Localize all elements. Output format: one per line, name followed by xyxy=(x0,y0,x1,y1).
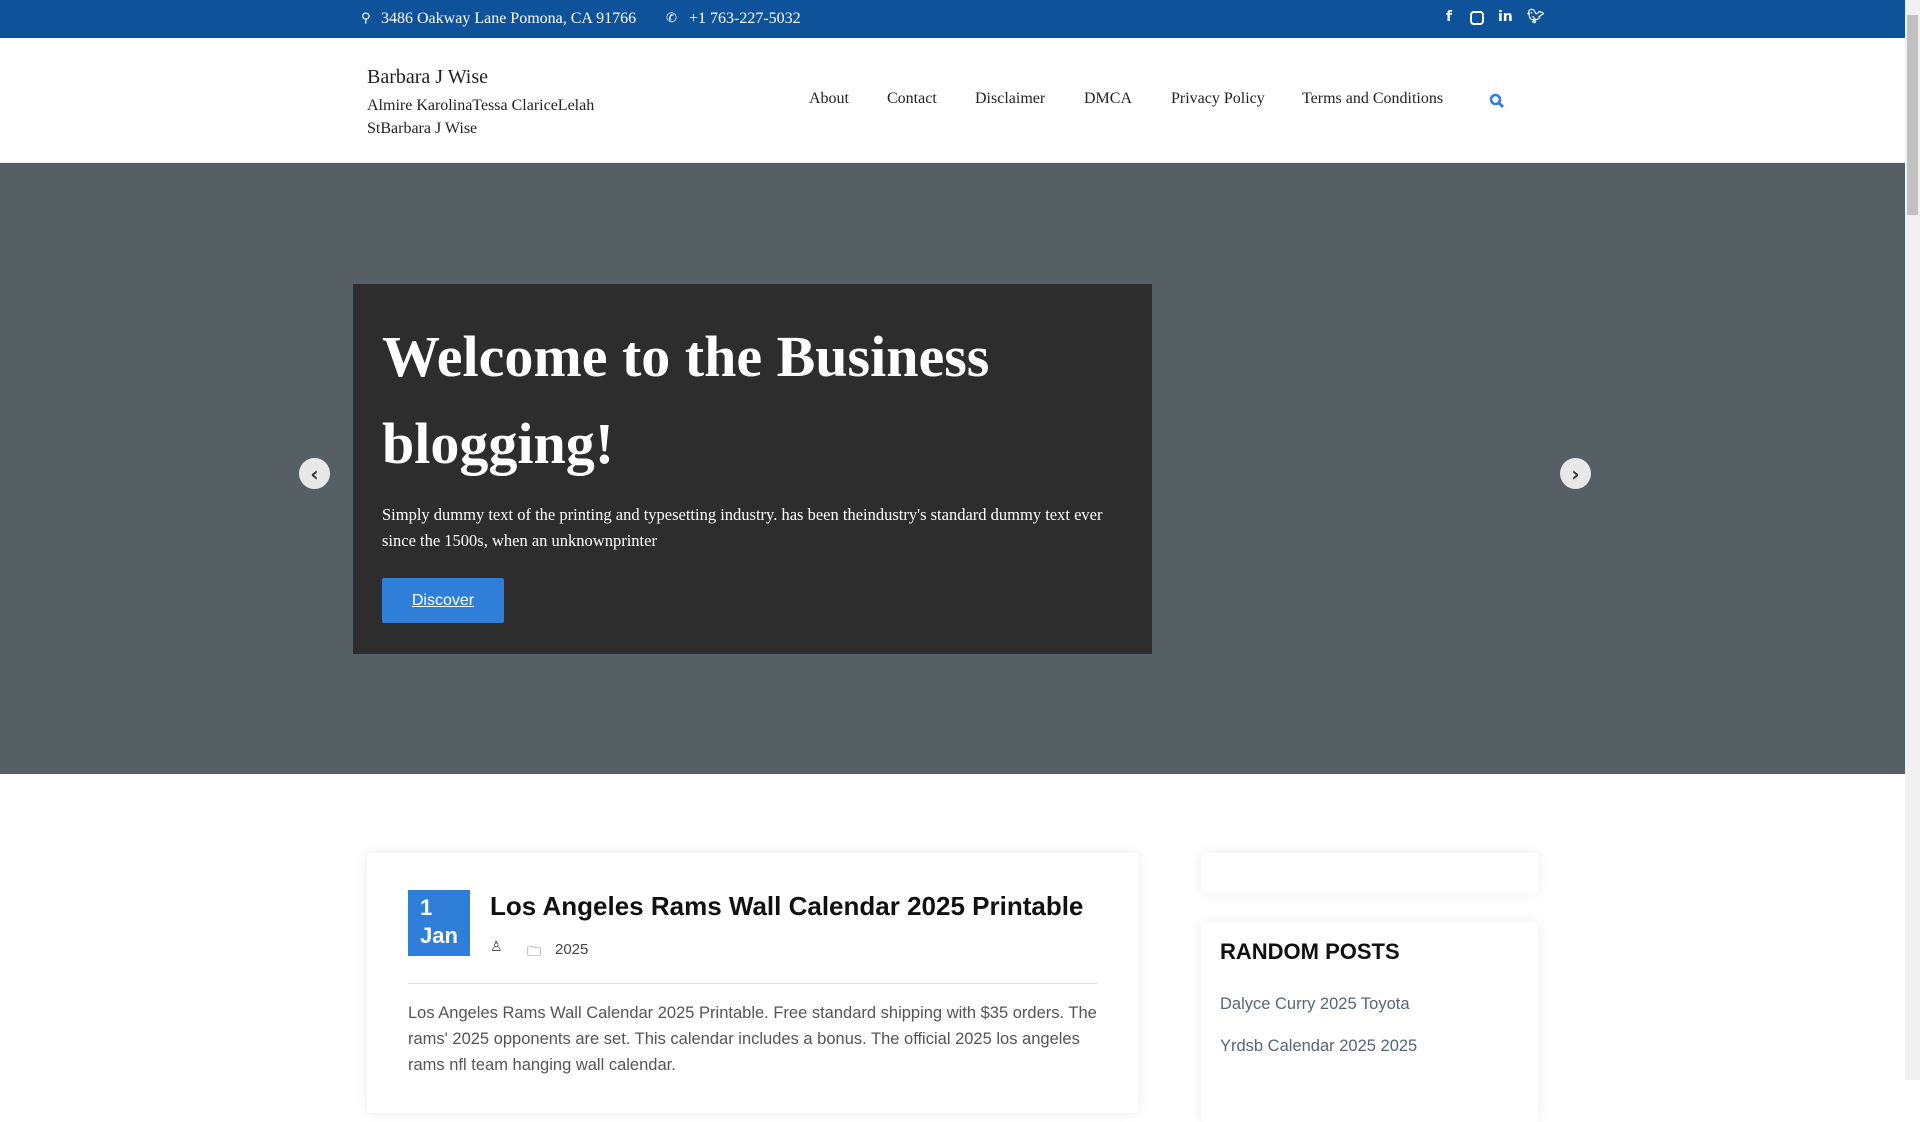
random-post-link[interactable]: Yrdsb Calendar 2025 2025 xyxy=(1220,1037,1417,1056)
post-date-badge: 1 Jan xyxy=(408,890,470,956)
instagram-icon[interactable] xyxy=(1470,11,1484,25)
post-month: Jan xyxy=(420,923,458,948)
nav-disclaimer[interactable]: Disclaimer xyxy=(975,90,1045,108)
address: 3486 Oakway Lane Pomona, CA 91766 xyxy=(381,10,637,27)
folder-icon: 🗀 xyxy=(527,944,541,960)
linkedin-icon[interactable]: in xyxy=(1498,9,1513,25)
post-day: 1 xyxy=(420,895,433,920)
prev-slide-icon[interactable]: ‹ xyxy=(299,458,330,489)
site-title[interactable]: Barbara J Wise xyxy=(367,66,488,89)
site-header: Barbara J Wise Almire KarolinaTessa Clar… xyxy=(0,38,1905,163)
random-posts-widget: RANDOM POSTS Dalyce Curry 2025 Toyota Yr… xyxy=(1201,922,1538,1122)
nav-contact[interactable]: Contact xyxy=(887,90,937,108)
hero-text: Simply dummy text of the printing and ty… xyxy=(382,505,1103,550)
site-tagline: Almire KarolinaTessa ClariceLelah StBarb… xyxy=(367,97,595,137)
divider xyxy=(408,983,1097,984)
nav-dmca[interactable]: DMCA xyxy=(1084,90,1132,108)
nav-terms[interactable]: Terms and Conditions xyxy=(1302,90,1443,108)
post-category[interactable]: 2025 xyxy=(555,941,588,958)
top-bar: ⚲ 3486 Oakway Lane Pomona, CA 91766 ✆ +1… xyxy=(0,0,1905,38)
next-slide-icon[interactable]: › xyxy=(1560,458,1591,489)
nav-about[interactable]: About xyxy=(809,90,849,108)
post-title[interactable]: Los Angeles Rams Wall Calendar 2025 Prin… xyxy=(490,891,1083,922)
random-post-link[interactable]: Dalyce Curry 2025 Toyota xyxy=(1220,995,1410,1014)
twitter-icon[interactable]: 🐦︎ xyxy=(1527,9,1545,25)
map-marker-icon: ⚲ xyxy=(361,11,371,26)
phone: +1 763-227-5032 xyxy=(689,10,801,27)
phone-icon: ✆ xyxy=(666,11,677,26)
facebook-icon[interactable]: f xyxy=(1446,9,1452,25)
post-card: 1 Jan Los Angeles Rams Wall Calendar 202… xyxy=(367,853,1138,1113)
random-posts-title: RANDOM POSTS xyxy=(1220,939,1400,964)
author-icon[interactable]: ♙ xyxy=(490,939,503,955)
sidebar-widget xyxy=(1201,853,1538,893)
scrollbar-thumb[interactable] xyxy=(1907,15,1918,215)
discover-button[interactable]: Discover xyxy=(382,578,504,623)
hero-title: Welcome to the Business blogging! xyxy=(382,324,990,476)
search-icon[interactable] xyxy=(1489,93,1505,109)
nav-privacy-policy[interactable]: Privacy Policy xyxy=(1171,90,1265,108)
post-excerpt: Los Angeles Rams Wall Calendar 2025 Prin… xyxy=(408,1004,1097,1074)
